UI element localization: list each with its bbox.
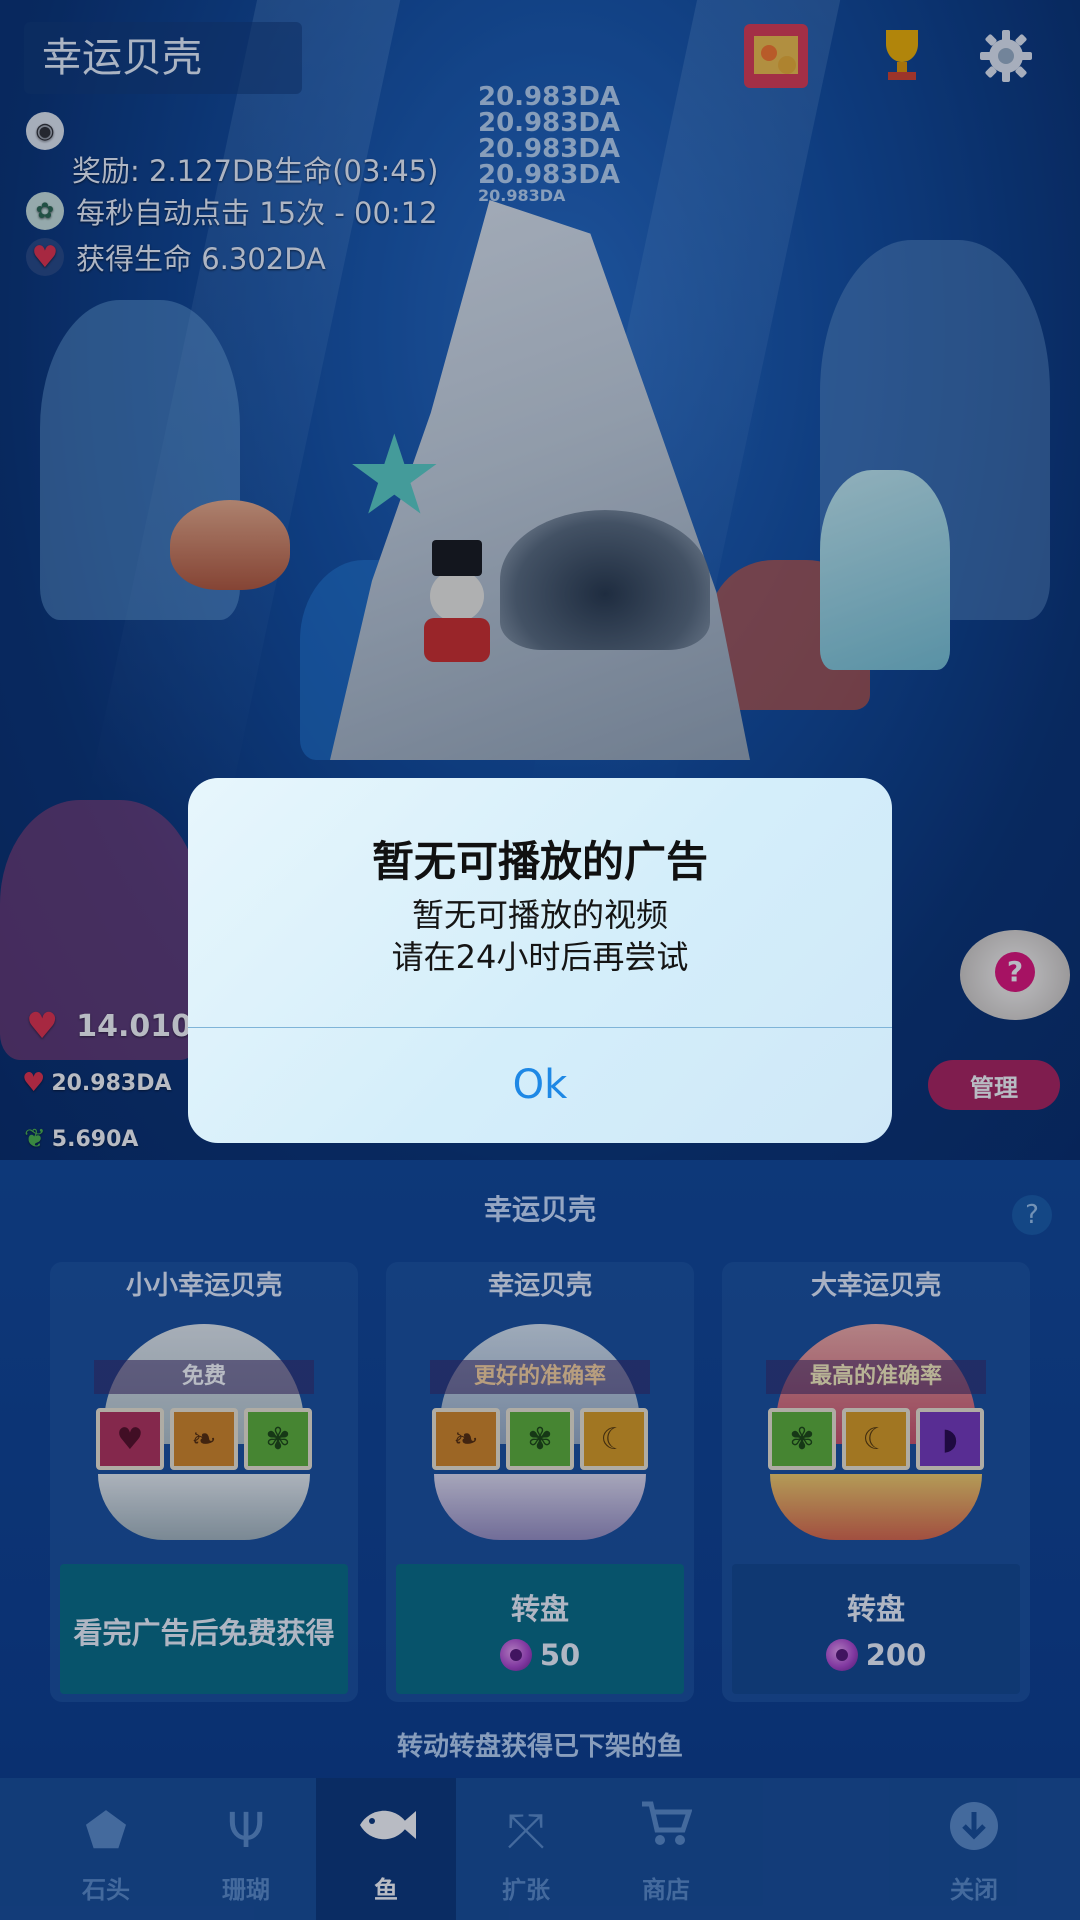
alert-message-line: 暂无可播放的视频 — [411, 896, 668, 934]
no-ad-alert-dialog: 暂无可播放的广告 暂无可播放的视频 请在24小时后再尝试 Ok — [188, 778, 892, 1143]
ok-button[interactable]: Ok — [188, 1028, 892, 1143]
alert-message: 暂无可播放的视频 请在24小时后再尝试 — [188, 894, 892, 978]
alert-message-line: 请在24小时后再尝试 — [391, 938, 689, 976]
alert-title: 暂无可播放的广告 — [371, 837, 708, 886]
